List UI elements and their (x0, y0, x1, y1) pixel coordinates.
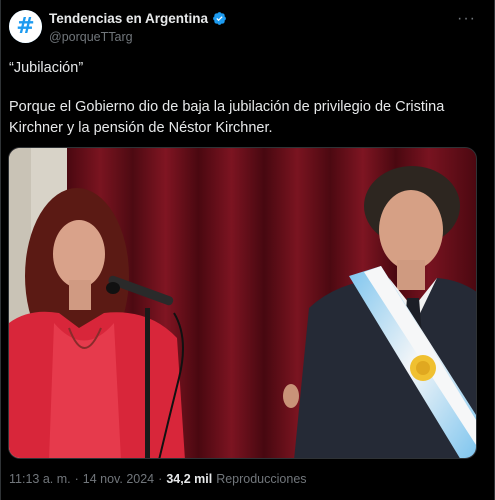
views-count: 34,2 mil (166, 472, 213, 486)
more-options-icon[interactable]: ··· (457, 10, 476, 28)
separator: · (158, 472, 163, 486)
avatar[interactable]: # (9, 10, 42, 43)
verified-badge-icon (213, 12, 226, 25)
tweet-text-title: “Jubilación” (9, 60, 84, 76)
tweet-metadata: 11:13 a. m. · 14 nov. 2024 · 34,2 mil Re… (9, 472, 307, 486)
hashtag-icon: # (9, 10, 42, 43)
tweet-photo[interactable] (8, 147, 477, 459)
tweet-text-body: Porque el Gobierno dio de baja la jubila… (9, 99, 445, 136)
views-label: Reproducciones (216, 472, 307, 486)
tweet-card: # Tendencias en Argentina @porqueTTarg ·… (0, 0, 495, 500)
photo-illustration (9, 148, 476, 458)
author-name-row: Tendencias en Argentina (49, 11, 227, 26)
tweet-date[interactable]: 14 nov. 2024 (83, 472, 154, 486)
tweet-time[interactable]: 11:13 a. m. (9, 472, 71, 486)
separator: · (74, 472, 79, 486)
display-name[interactable]: Tendencias en Argentina (49, 11, 208, 26)
handle[interactable]: @porqueTTarg (49, 30, 133, 44)
